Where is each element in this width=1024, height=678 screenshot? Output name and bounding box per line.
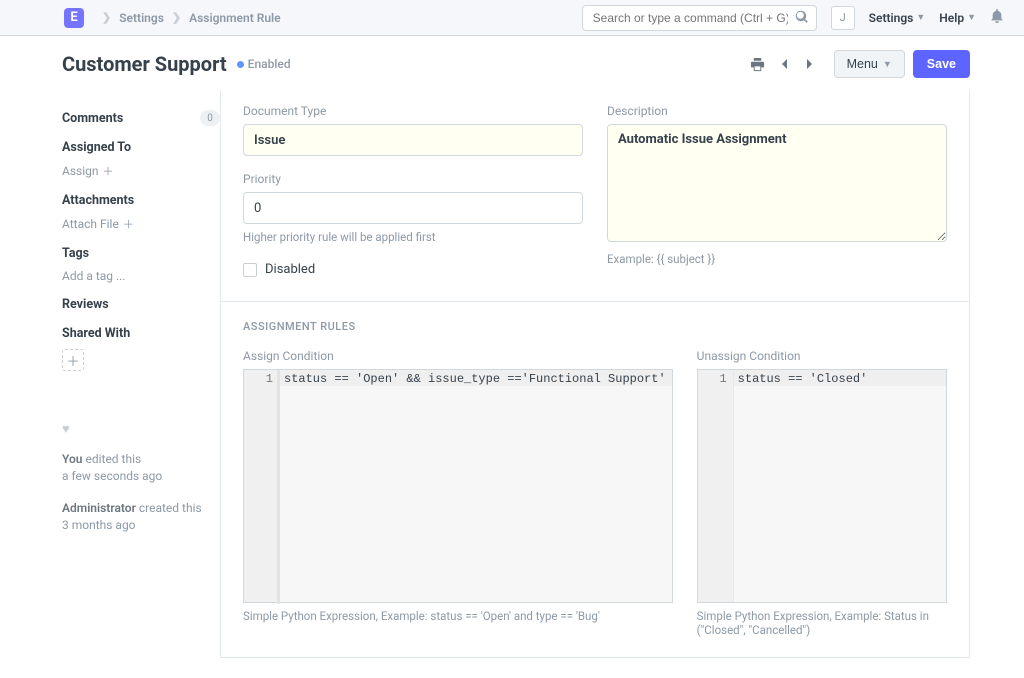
breadcrumb-item-assignment-rule[interactable]: Assignment Rule	[189, 11, 281, 25]
caret-down-icon: ▼	[883, 59, 892, 69]
form-sidebar: Comments 0 Assigned To Assign ＋ Attachme…	[62, 90, 220, 658]
description-label: Description	[607, 104, 947, 118]
unassign-condition-help: Simple Python Expression, Example: Statu…	[697, 609, 947, 637]
timeline-verb: created this	[139, 501, 202, 515]
bell-icon	[990, 9, 1004, 23]
disabled-checkbox[interactable]	[243, 263, 257, 277]
page-body: Comments 0 Assigned To Assign ＋ Attachme…	[0, 90, 1024, 678]
status-label: Enabled	[248, 57, 291, 71]
unassign-condition-label: Unassign Condition	[697, 349, 947, 363]
assign-action[interactable]: Assign ＋	[62, 163, 220, 179]
nav-help-label: Help	[939, 11, 964, 25]
print-button[interactable]	[748, 54, 768, 74]
plus-icon: ＋	[66, 351, 79, 370]
breadcrumb-item-settings[interactable]: Settings	[119, 11, 164, 25]
breadcrumb: ❯ Settings ❯ Assignment Rule	[94, 11, 281, 25]
chevron-left-icon	[779, 58, 789, 70]
editor-content[interactable]: status == 'Open' && issue_type =='Functi…	[280, 370, 672, 602]
nav-help-menu[interactable]: Help ▼	[939, 11, 976, 25]
nav-settings-label: Settings	[869, 11, 914, 25]
header-section: Document Type Priority Higher priority r…	[221, 90, 969, 302]
plus-icon: ＋	[103, 163, 114, 179]
menu-button[interactable]: Menu ▼	[834, 50, 905, 78]
heart-icon: ♥	[62, 422, 70, 437]
timeline-entry: Administrator created this 3 months ago	[62, 500, 220, 535]
main-form: Document Type Priority Higher priority r…	[220, 90, 970, 658]
search-icon	[795, 10, 809, 24]
save-button[interactable]: Save	[913, 50, 970, 78]
timeline-when: 3 months ago	[62, 518, 136, 532]
next-button[interactable]	[800, 54, 820, 74]
tags-heading: Tags	[62, 246, 220, 261]
chevron-right-icon: ❯	[172, 11, 181, 24]
assign-condition-help: Simple Python Expression, Example: statu…	[243, 609, 673, 623]
comments-heading[interactable]: Comments	[62, 111, 123, 126]
like-button[interactable]: ♥	[62, 421, 220, 437]
timeline-when: a few seconds ago	[62, 469, 162, 483]
editor-content[interactable]: status == 'Closed'	[734, 370, 946, 602]
add-shared-with-button[interactable]: ＋	[62, 349, 84, 371]
attachments-heading: Attachments	[62, 193, 220, 208]
timeline-entry: You edited this a few seconds ago	[62, 451, 220, 486]
description-help: Example: {{ subject }}	[607, 252, 947, 266]
chevron-right-icon: ❯	[102, 11, 111, 24]
disabled-checkbox-row[interactable]: Disabled	[243, 262, 583, 277]
document-type-input[interactable]	[243, 124, 583, 156]
assign-action-label: Assign	[62, 164, 99, 178]
print-icon	[750, 57, 765, 72]
assignment-rules-section: ASSIGNMENT RULES Assign Condition 1 stat…	[221, 302, 969, 657]
menu-button-label: Menu	[847, 57, 878, 71]
description-textarea[interactable]: Automatic Issue Assignment	[607, 124, 947, 242]
page-title: Customer Support	[62, 52, 227, 76]
shared-with-heading: Shared With	[62, 326, 220, 341]
timeline-actor: Administrator	[62, 501, 136, 515]
attach-file-action-label: Attach File	[62, 217, 119, 231]
assign-condition-label: Assign Condition	[243, 349, 673, 363]
caret-down-icon: ▼	[967, 12, 976, 23]
top-navbar: E ❯ Settings ❯ Assignment Rule J Setting…	[0, 0, 1024, 36]
priority-input[interactable]	[243, 192, 583, 224]
add-tag-action[interactable]: Add a tag ...	[62, 269, 220, 283]
status-indicator-icon	[237, 61, 244, 68]
notifications-button[interactable]	[990, 9, 1004, 27]
attach-file-action[interactable]: Attach File ＋	[62, 216, 220, 232]
page-header: Customer Support Enabled Menu ▼ Save	[0, 36, 1024, 90]
unassign-condition-editor[interactable]: 1 status == 'Closed'	[697, 369, 947, 603]
chevron-right-icon	[805, 58, 815, 70]
user-avatar[interactable]: J	[831, 6, 855, 30]
prev-button[interactable]	[774, 54, 794, 74]
global-search	[582, 5, 817, 31]
nav-settings-menu[interactable]: Settings ▼	[869, 11, 926, 25]
app-logo[interactable]: E	[64, 8, 84, 28]
assign-condition-editor[interactable]: 1 status == 'Open' && issue_type =='Func…	[243, 369, 673, 603]
disabled-checkbox-label: Disabled	[265, 262, 315, 277]
priority-label: Priority	[243, 172, 583, 186]
timeline-verb: edited this	[85, 452, 141, 466]
section-heading: ASSIGNMENT RULES	[243, 320, 947, 333]
editor-gutter: 1	[698, 370, 734, 602]
comments-count-badge: 0	[200, 110, 220, 126]
assigned-to-heading: Assigned To	[62, 140, 220, 155]
reviews-heading: Reviews	[62, 297, 220, 312]
document-type-label: Document Type	[243, 104, 583, 118]
priority-help: Higher priority rule will be applied fir…	[243, 230, 583, 244]
timeline-actor: You	[62, 452, 82, 466]
plus-icon: ＋	[123, 216, 134, 232]
caret-down-icon: ▼	[916, 12, 925, 23]
search-input[interactable]	[582, 5, 817, 31]
editor-gutter: 1	[244, 370, 280, 602]
